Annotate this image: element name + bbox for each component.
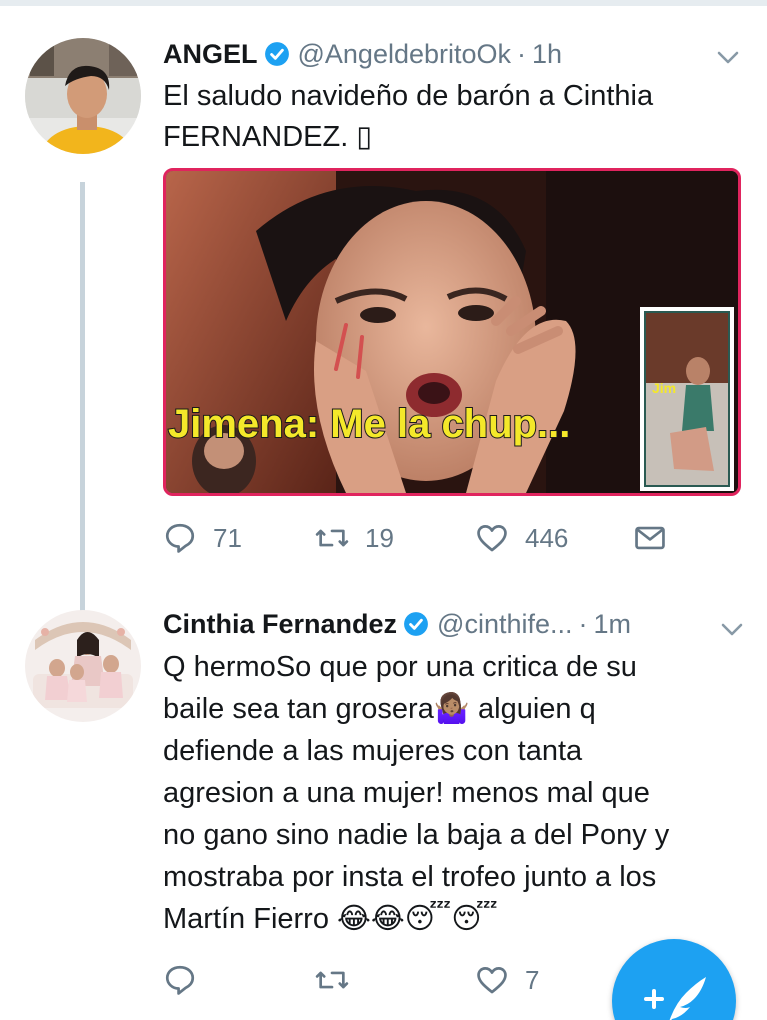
thread-line — [80, 182, 85, 622]
retweet-icon — [315, 971, 349, 989]
tweet-text-line: Martín Fierro 😂😂😴😴 — [163, 903, 498, 935]
avatar[interactable] — [25, 610, 141, 722]
retweet-icon — [315, 529, 349, 547]
verified-badge-icon — [264, 42, 289, 66]
timestamp[interactable]: 1m — [594, 609, 632, 640]
envelope-icon — [635, 526, 665, 550]
top-divider — [0, 0, 767, 6]
retweet-button[interactable] — [315, 958, 349, 1002]
compose-tweet-icon — [644, 977, 706, 1020]
like-button[interactable]: 446 — [475, 516, 568, 560]
heart-icon — [477, 525, 507, 552]
like-button[interactable]: 7 — [475, 958, 539, 1002]
chevron-down-icon[interactable] — [721, 622, 743, 638]
media-caption: Jimena: Me la chup... — [168, 402, 570, 446]
reply-icon — [165, 965, 195, 995]
retweet-button[interactable]: 19 — [315, 516, 394, 560]
heart-icon — [477, 967, 507, 994]
tweet-text-line: El saludo navideño de barón a Cinthia — [163, 80, 654, 112]
reply-button[interactable] — [163, 958, 197, 1002]
timestamp[interactable]: 1h — [532, 39, 562, 70]
tweet-text-line: baile sea tan grosera🤷🏽‍♀️ alguien q — [163, 693, 596, 725]
tweet-text-line: mostraba por insta el trofeo junto a los — [163, 861, 657, 893]
tweet-text-line: FERNANDEZ. ▯ — [163, 121, 373, 153]
reply-button[interactable]: 71 — [163, 516, 242, 560]
separator-dot: · — [578, 608, 588, 639]
tweet-angel[interactable]: ANGEL @AngeldebritoOk · 1h El saludo nav… — [0, 20, 767, 622]
tweet-media-video[interactable]: Jim Jimena: Me la chup... — [163, 168, 741, 496]
author-name[interactable]: Cinthia Fernandez — [163, 609, 397, 640]
verified-badge-icon — [404, 612, 428, 636]
author-handle[interactable]: @AngeldebritoOk — [298, 39, 512, 70]
tweet-text-line: no gano sino nadie la baja a del Pony y — [163, 819, 670, 851]
reply-count: 71 — [213, 522, 242, 553]
author-name[interactable]: ANGEL — [163, 39, 258, 70]
tweet-text-line: Q hermoSo que por una critica de su — [163, 651, 637, 683]
retweet-count: 19 — [365, 522, 394, 553]
like-count: 446 — [525, 522, 569, 553]
like-count: 7 — [525, 964, 540, 995]
author-handle[interactable]: @cinthife... — [437, 609, 572, 640]
tweet-text: Q hermoSo que por una critica de su bail… — [163, 646, 747, 940]
tweet-text: El saludo navideño de barón a Cinthia FE… — [163, 76, 747, 158]
media-inset-label: Jim — [652, 380, 676, 396]
tweet-text-line: agresion a una mujer! menos mal que — [163, 777, 650, 809]
avatar[interactable] — [25, 38, 141, 154]
reply-icon — [165, 523, 195, 553]
direct-message-button[interactable] — [633, 516, 667, 560]
separator-dot: · — [517, 38, 527, 69]
chevron-down-icon[interactable] — [717, 50, 739, 66]
tweet-text-line: defiende a las mujeres con tanta — [163, 735, 583, 767]
